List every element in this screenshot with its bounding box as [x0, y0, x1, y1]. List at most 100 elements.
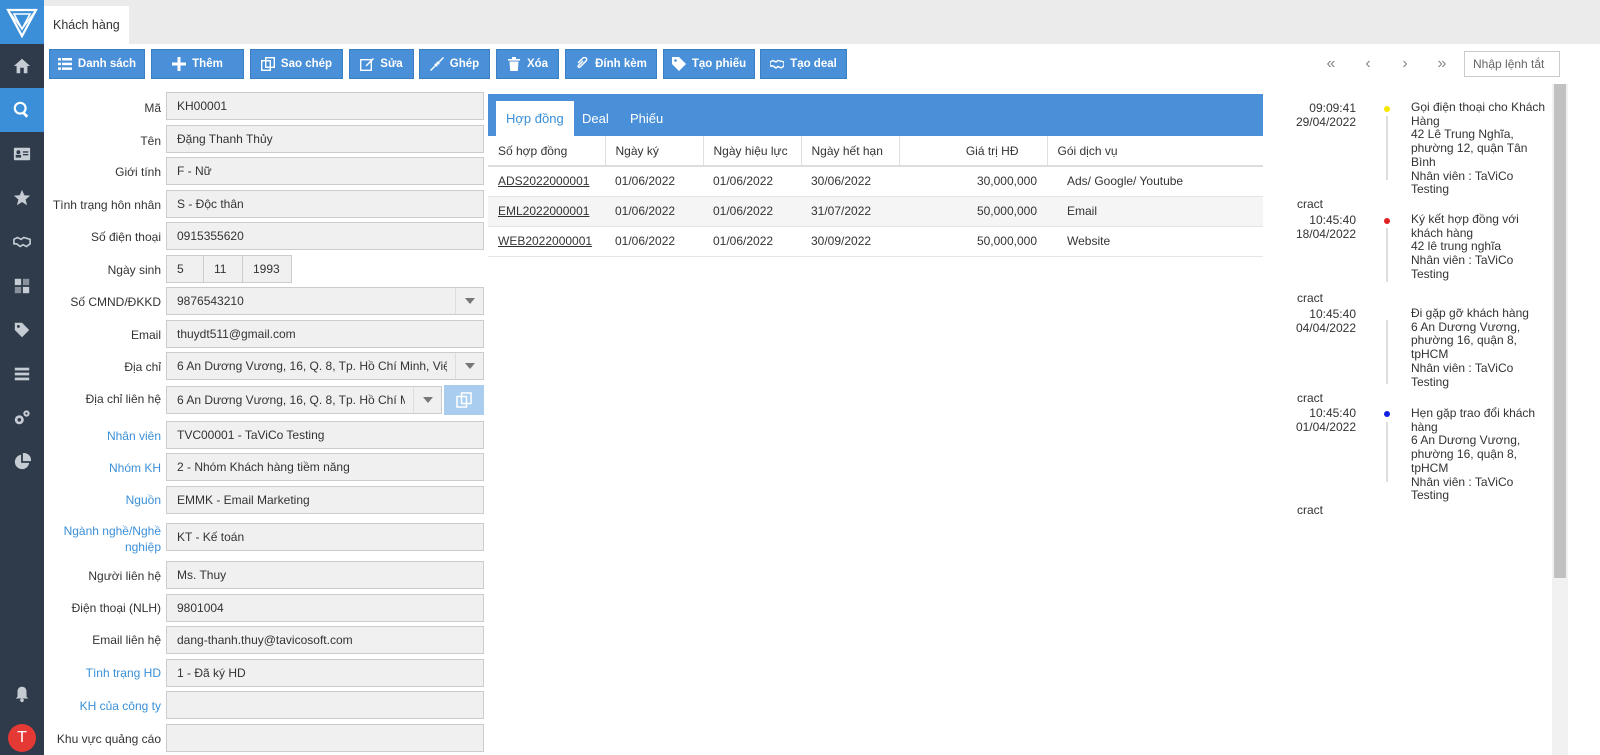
cmnd-dropdown[interactable] [455, 288, 483, 314]
nhom-kh-label[interactable]: Nhóm KH [44, 460, 161, 476]
tab-phieu[interactable]: Phiếu [620, 101, 673, 136]
contracts-table: Số hợp đồng Ngày ký Ngày hiệu lực Ngày h… [488, 136, 1263, 257]
col-ngay-hieu-luc[interactable]: Ngày hiệu lực [703, 136, 802, 167]
col-so-hop-dong[interactable]: Số hợp đồng [488, 136, 606, 167]
copy-address-button[interactable] [444, 385, 484, 415]
scrollbar-thumb[interactable] [1554, 84, 1566, 578]
sidebar-dashboard[interactable] [0, 264, 44, 308]
sidebar-notifications[interactable] [0, 672, 44, 716]
ma-field[interactable]: KH00001 [166, 92, 484, 120]
dia-chi-lh-dropdown[interactable] [413, 387, 441, 413]
dia-chi-field[interactable]: 6 An Dương Vương, 16, Q. 8, Tp. Hồ Chí M… [166, 352, 484, 380]
dia-chi-dropdown[interactable] [455, 353, 483, 379]
nganh-nghe-field[interactable]: KT - Kế toán [166, 523, 484, 551]
value-cell: 30,000,000 [899, 166, 1047, 197]
kh-cong-ty-label[interactable]: KH của công ty [44, 698, 161, 714]
add-button[interactable]: Thêm [151, 49, 244, 79]
tab-hop-dong[interactable]: Hợp đồng [496, 101, 574, 136]
nganh-nghe-label[interactable]: Ngành nghề/Nghề nghiệp [44, 523, 161, 555]
ten-field[interactable]: Đặng Thanh Thủy [166, 125, 484, 153]
app-logo[interactable] [0, 0, 44, 44]
contract-link[interactable]: EML2022000001 [498, 204, 589, 218]
table-row[interactable]: EML2022000001 01/06/2022 01/06/2022 31/0… [488, 196, 1263, 227]
contract-link[interactable]: ADS2022000001 [498, 174, 589, 188]
sidebar-settings[interactable] [0, 396, 44, 440]
sidebar-reports[interactable] [0, 440, 44, 484]
sidebar-tags[interactable] [0, 308, 44, 352]
merge-button[interactable]: Ghép [419, 49, 490, 79]
tinh-trang-hd-field[interactable]: 1 - Đã ký HD [166, 659, 484, 687]
create-deal-button-label: Tạo deal [790, 58, 837, 70]
next-page-button[interactable]: › [1391, 50, 1419, 78]
chevron-down-icon [464, 363, 475, 369]
dia-chi-lh-field[interactable]: 6 An Dương Vương, 16, Q. 8, Tp. Hồ Chí M… [166, 386, 442, 414]
nguoi-lh-field[interactable]: Ms. Thuy [166, 561, 484, 589]
col-gia-tri[interactable]: Giá trị HĐ [899, 136, 1048, 167]
nguon-field[interactable]: EMMK - Email Marketing [166, 486, 484, 514]
birth-day-field[interactable]: 5 [166, 255, 204, 283]
sidebar-home[interactable] [0, 44, 44, 88]
edit-button-label: Sửa [380, 58, 403, 70]
activity-timeline: 09:09:41 29/04/2022 Gọi điện thoại cho Kh… [1270, 94, 1550, 755]
command-input[interactable] [1464, 51, 1560, 77]
create-ticket-button[interactable]: Tạo phiếu [663, 49, 755, 79]
page-scrollbar[interactable] [1552, 84, 1568, 755]
timeline-text: Hẹn gặp trao đổi khách hàng 6 An Dương V… [1411, 406, 1536, 503]
sidebar-deals[interactable] [0, 220, 44, 264]
nhan-vien-label[interactable]: Nhân viên [44, 428, 161, 444]
tag-icon [14, 322, 30, 338]
hon-nhan-field[interactable]: S - Độc thân [166, 190, 484, 218]
hon-nhan-label: Tình trạng hôn nhân [52, 198, 161, 212]
sidebar-contacts[interactable] [0, 132, 44, 176]
table-row[interactable]: ADS2022000001 01/06/2022 01/06/2022 30/0… [488, 166, 1263, 197]
birth-month-field[interactable]: 11 [203, 255, 243, 283]
sidebar-favorites[interactable] [0, 176, 44, 220]
edit-button[interactable]: Sửa [349, 49, 414, 79]
timeline-line [1386, 116, 1388, 180]
pie-chart-icon [14, 453, 31, 470]
sidebar-list[interactable] [0, 352, 44, 396]
nhom-kh-field[interactable]: 2 - Nhóm Khách hàng tiềm năng [166, 453, 484, 481]
sidebar: T [0, 0, 44, 755]
avatar[interactable]: T [8, 724, 36, 752]
package-cell: Website [1047, 226, 1263, 257]
last-page-button[interactable]: » [1428, 50, 1456, 78]
col-ngay-het-han[interactable]: Ngày hết hạn [801, 136, 900, 167]
dien-thoai-nlh-field[interactable]: 9801004 [166, 594, 484, 622]
expiry-date-cell: 30/06/2022 [801, 166, 899, 197]
col-goi-dich-vu[interactable]: Gói dịch vụ [1047, 136, 1263, 167]
first-page-button[interactable]: « [1317, 50, 1345, 78]
prev-page-button[interactable]: ‹ [1354, 50, 1382, 78]
delete-button[interactable]: Xóa [496, 49, 559, 79]
kh-cong-ty-field[interactable] [166, 691, 484, 719]
value-cell: 50,000,000 [899, 196, 1047, 227]
gioi-tinh-field[interactable]: F - Nữ [166, 157, 484, 185]
khu-vuc-field[interactable] [166, 724, 484, 752]
sidebar-search[interactable] [0, 88, 44, 132]
cmnd-field[interactable]: 9876543210 [166, 287, 484, 315]
contract-link[interactable]: WEB2022000001 [498, 234, 592, 248]
timeline-text: Đi gặp gỡ khách hàng 6 An Dương Vương, p… [1411, 306, 1529, 389]
handshake-icon [770, 59, 785, 69]
birth-year-field[interactable]: 1993 [242, 255, 292, 283]
dien-thoai-nlh-label: Điện thoại (NLH) [71, 601, 161, 615]
expiry-date-cell: 31/07/2022 [801, 196, 899, 227]
sdt-label: Số điện thoại [90, 230, 161, 244]
table-row[interactable]: WEB2022000001 01/06/2022 01/06/2022 30/0… [488, 226, 1263, 257]
email-lh-field[interactable]: dang-thanh.thuy@tavicosoft.com [166, 626, 484, 654]
timeline-user: cract [1297, 291, 1324, 305]
sdt-field[interactable]: 0915355620 [166, 222, 484, 250]
tinh-trang-hd-label[interactable]: Tình trạng HD [44, 665, 161, 681]
tab-khach-hang[interactable]: Khách hàng [44, 6, 129, 44]
create-deal-button[interactable]: Tạo deal [760, 49, 847, 79]
timeline-time: 09:09:41 29/04/2022 [1295, 101, 1356, 129]
tab-deal[interactable]: Deal [572, 101, 619, 136]
list-icon [57, 58, 72, 70]
copy-button[interactable]: Sao chép [250, 49, 343, 79]
attach-button[interactable]: Đính kèm [565, 49, 657, 79]
nhan-vien-field[interactable]: TVC00001 - TaViCo Testing [166, 421, 484, 449]
email-field[interactable]: thuydt511@gmail.com [166, 320, 484, 348]
nguon-label[interactable]: Nguồn [44, 492, 161, 508]
col-ngay-ky[interactable]: Ngày ký [605, 136, 704, 167]
list-button[interactable]: Danh sách [49, 49, 145, 79]
